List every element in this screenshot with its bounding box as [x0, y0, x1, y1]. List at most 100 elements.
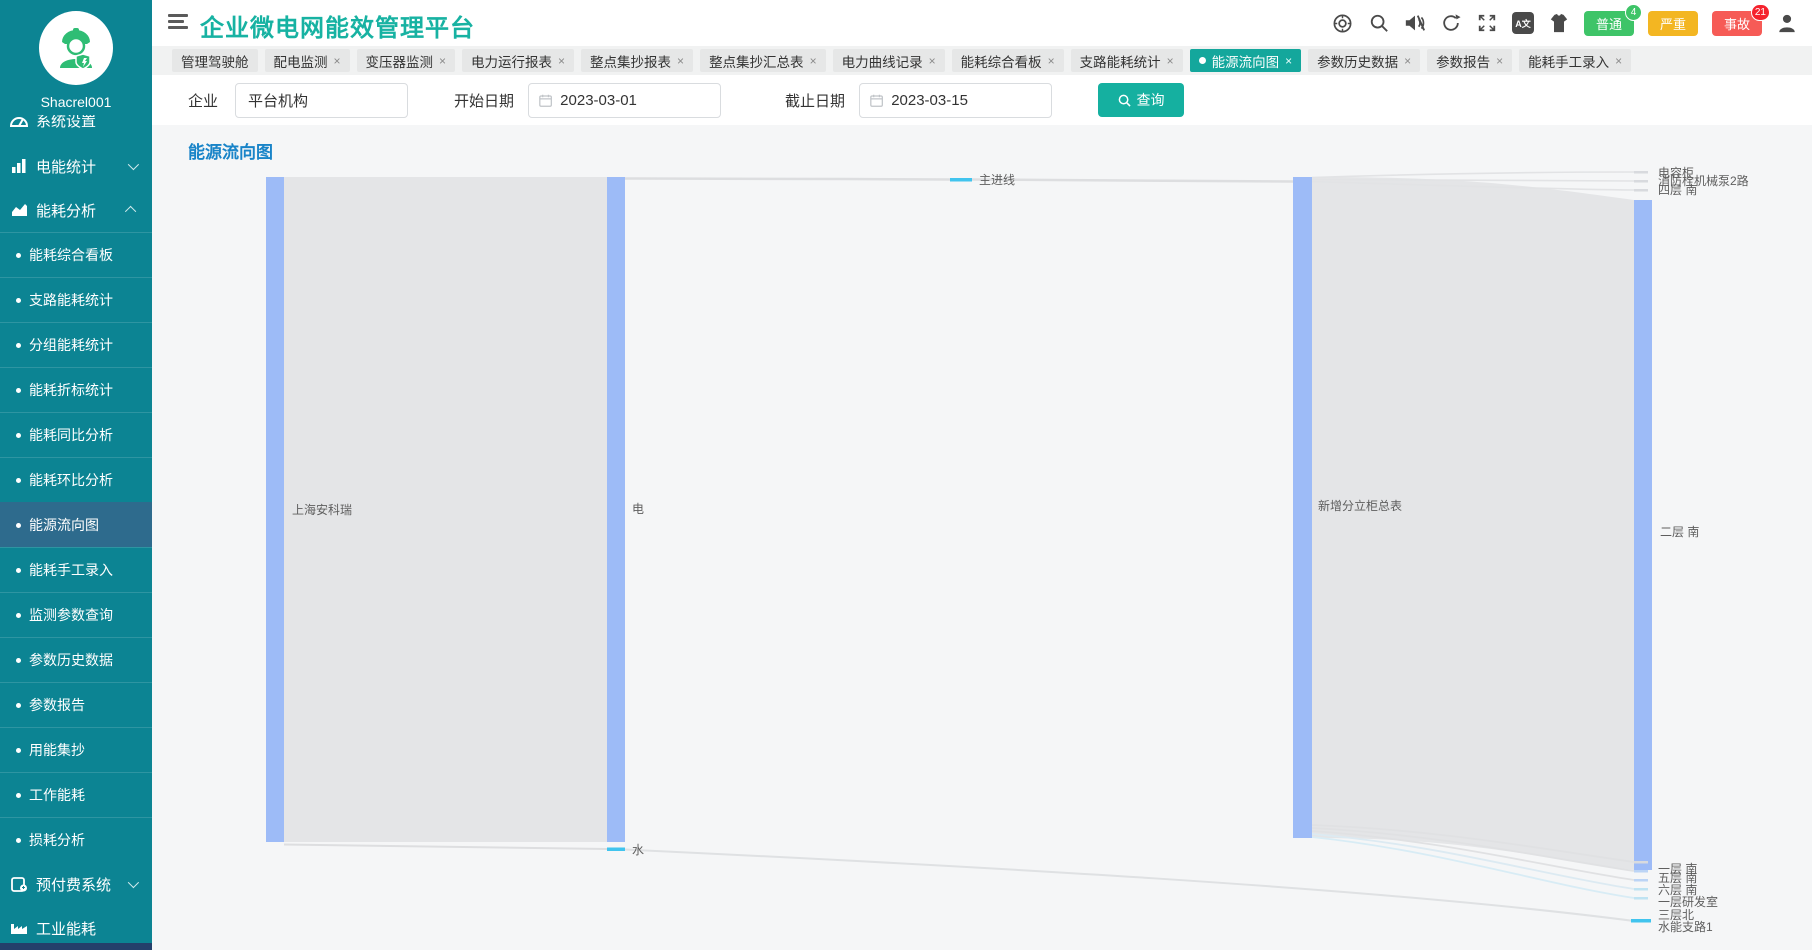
close-icon[interactable] — [439, 55, 446, 67]
start-date-picker[interactable] — [528, 83, 721, 118]
company-input[interactable] — [248, 92, 395, 109]
tab-param-report[interactable]: 参数报告 — [1427, 49, 1512, 72]
tab-energy-dashboard[interactable]: 能耗综合看板 — [952, 49, 1064, 72]
end-date-input[interactable] — [891, 92, 1041, 109]
tab-energy-flow[interactable]: 能源流向图 — [1190, 49, 1302, 72]
tab-hourly-summary[interactable]: 整点集抄汇总表 — [700, 49, 826, 72]
sankey-node-floor1-south[interactable] — [1634, 861, 1648, 864]
sankey-node-electric[interactable] — [607, 177, 625, 842]
main-area: 企业微电网能效管理平台 A文 — [152, 0, 1812, 950]
sankey-node-floor4-south[interactable] — [1634, 189, 1648, 192]
sidebar-item-work-energy[interactable]: 工作能耗 — [0, 772, 152, 817]
tab-power-report[interactable]: 电力运行报表 — [462, 49, 574, 72]
sankey-node-floor2-south[interactable] — [1634, 200, 1652, 870]
sidebar-item-electric-stats[interactable]: 电能统计 — [0, 144, 152, 188]
translate-icon[interactable]: A文 — [1512, 12, 1534, 34]
sankey-node-new-panel[interactable] — [1293, 177, 1312, 838]
alert-normal-badge: 4 — [1625, 4, 1642, 21]
bullet-icon — [16, 523, 21, 528]
sidebar-item-manual-entry[interactable]: 能耗手工录入 — [0, 547, 152, 592]
sidebar-item-param-query[interactable]: 监测参数查询 — [0, 592, 152, 637]
alert-severe-button[interactable]: 严重 — [1648, 11, 1698, 36]
sidebar-item-group-energy[interactable]: 分组能耗统计 — [0, 322, 152, 367]
sankey-node-rnd-room[interactable] — [1634, 888, 1648, 891]
sidebar-item-label: 能耗分析 — [36, 200, 128, 221]
sankey-link-electric-to-mainline — [625, 179, 950, 180]
factory-icon — [8, 921, 30, 935]
tab-power-monitor[interactable]: 配电监测 — [265, 49, 350, 72]
sankey-node-water[interactable] — [607, 848, 625, 852]
sankey-node-capacitor[interactable] — [1634, 171, 1648, 174]
theme-shirt-icon[interactable] — [1548, 12, 1570, 34]
alert-normal-button[interactable]: 普通 4 — [1584, 11, 1634, 36]
end-date-picker[interactable] — [859, 83, 1052, 118]
mute-sound-icon[interactable] — [1404, 12, 1426, 34]
sankey-label-shanghai-acrel: 上海安科瑞 — [292, 502, 352, 517]
close-icon[interactable] — [558, 55, 565, 67]
bullet-icon — [16, 253, 21, 258]
sankey-node-shanghai-acrel[interactable] — [266, 177, 284, 842]
close-icon[interactable] — [929, 55, 936, 67]
user-icon[interactable] — [1776, 12, 1798, 34]
menu-collapse-icon[interactable] — [168, 14, 188, 30]
sankey-node-floor3-north[interactable] — [1634, 897, 1648, 900]
sidebar-item-energy-analysis[interactable]: 能耗分析 — [0, 188, 152, 232]
close-icon[interactable] — [334, 55, 341, 67]
close-icon[interactable] — [810, 55, 817, 67]
fullscreen-icon[interactable] — [1476, 12, 1498, 34]
close-icon[interactable] — [1048, 55, 1055, 67]
help-lifebuoy-icon[interactable] — [1332, 12, 1354, 34]
sidebar-item-mom-analysis[interactable]: 能耗环比分析 — [0, 457, 152, 502]
sidebar-item-industrial-energy[interactable]: 工业能耗 — [0, 906, 152, 943]
sidebar-item-branch-energy[interactable]: 支路能耗统计 — [0, 277, 152, 322]
alert-accident-button[interactable]: 事故 21 — [1712, 11, 1762, 36]
tab-power-curve[interactable]: 电力曲线记录 — [833, 49, 945, 72]
sankey-node-mainline[interactable] — [950, 178, 972, 182]
sidebar-item-param-history[interactable]: 参数历史数据 — [0, 637, 152, 682]
gauge-icon — [8, 115, 30, 127]
tab-branch-energy[interactable]: 支路能耗统计 — [1071, 49, 1183, 72]
tab-hourly-report[interactable]: 整点集抄报表 — [581, 49, 693, 72]
bullet-icon — [16, 298, 21, 303]
sidebar-item-loss-analysis[interactable]: 损耗分析 — [0, 817, 152, 862]
close-icon[interactable] — [1285, 55, 1292, 67]
close-icon[interactable] — [1167, 55, 1174, 67]
search-icon — [1118, 94, 1131, 107]
close-icon[interactable] — [677, 55, 684, 67]
start-date-label: 开始日期 — [454, 90, 514, 111]
close-icon[interactable] — [1496, 55, 1503, 67]
sidebar-item-yoy-analysis[interactable]: 能耗同比分析 — [0, 412, 152, 457]
sidebar-item-prepaid-system[interactable]: 预付费系统 — [0, 862, 152, 906]
chevron-down-icon — [128, 877, 139, 888]
sankey-node-floor6-south[interactable] — [1634, 879, 1648, 882]
sidebar-item-meter-reading[interactable]: 用能集抄 — [0, 727, 152, 772]
close-icon[interactable] — [1615, 55, 1622, 67]
sidebar-item-energy-conversion[interactable]: 能耗折标统计 — [0, 367, 152, 412]
start-date-input[interactable] — [560, 92, 710, 109]
company-select[interactable] — [235, 83, 408, 118]
sidebar-item-param-report[interactable]: 参数报告 — [0, 682, 152, 727]
sidebar-item-energy-flow[interactable]: 能源流向图 — [0, 502, 152, 547]
tab-bar: 管理驾驶舱 配电监测 变压器监测 电力运行报表 整点集抄报表 整点集抄汇总表 电… — [152, 46, 1812, 75]
search-button[interactable]: 查询 — [1098, 83, 1184, 117]
sankey-label-rnd-room: 一层研发室 — [1658, 894, 1718, 909]
tab-param-history[interactable]: 参数历史数据 — [1308, 49, 1420, 72]
search-icon[interactable] — [1368, 12, 1390, 34]
sidebar-item-settings[interactable]: 系统设置 — [0, 115, 152, 142]
header-actions: A文 普通 4 严重 事故 21 — [1332, 0, 1798, 46]
tab-manual-entry[interactable]: 能耗手工录入 — [1519, 49, 1631, 72]
tab-dashboard[interactable]: 管理驾驶舱 — [172, 49, 258, 72]
avatar[interactable] — [39, 11, 113, 85]
sankey-node-floor5-south[interactable] — [1634, 870, 1648, 873]
sankey-node-firepump[interactable] — [1634, 180, 1648, 183]
tab-transformer[interactable]: 变压器监测 — [357, 49, 456, 72]
alert-accident-badge: 21 — [1751, 4, 1770, 21]
bullet-icon — [16, 433, 21, 438]
bullet-icon — [16, 838, 21, 843]
sankey-label-new-panel: 新增分立柜总表 — [1318, 498, 1402, 513]
sidebar-item-energy-dashboard[interactable]: 能耗综合看板 — [0, 232, 152, 277]
sidebar-item-label: 预付费系统 — [36, 874, 128, 895]
sankey-node-water-branch1[interactable] — [1631, 919, 1651, 923]
refresh-icon[interactable] — [1440, 12, 1462, 34]
close-icon[interactable] — [1404, 55, 1411, 67]
